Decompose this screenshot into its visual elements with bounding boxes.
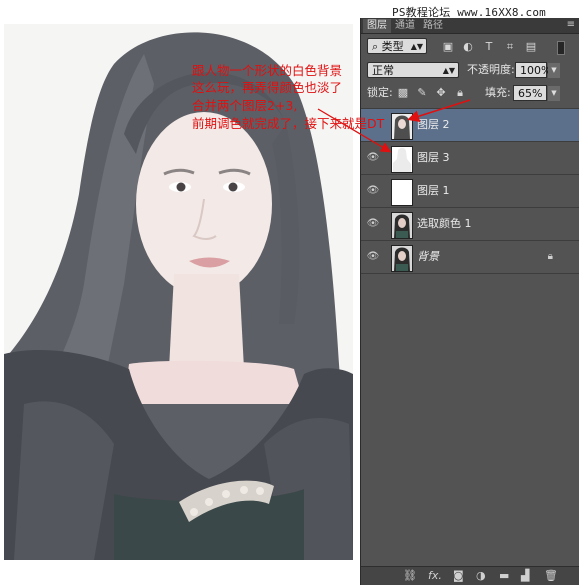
portrait-thumb-icon <box>392 246 412 271</box>
layer-row-background[interactable]: 👁︎ 背景 🔒︎ <box>361 240 579 273</box>
layer-thumbnail <box>391 113 413 140</box>
annotation-line-2: 这么玩，再弄得颜色也淡了 <box>192 80 343 95</box>
portrait-thumb-icon <box>392 213 412 238</box>
shape-filter-icon[interactable]: ⌗ <box>503 40 517 54</box>
tab-paths[interactable]: 路径 <box>419 19 447 33</box>
panel-menu-icon[interactable]: ≡ <box>567 19 575 31</box>
fill-value: 65% <box>518 87 543 100</box>
silhouette-thumb-icon <box>392 147 412 172</box>
blend-mode-dropdown[interactable]: 正常 ▲▼ <box>367 62 459 78</box>
layers-panel: 图层 通道 路径 ≡ ⌕ 类型 ▲▼ ▣ ◐ T ⌗ ▤ 正常 ▲▼ 不透明度:… <box>360 18 579 585</box>
lock-position-icon[interactable]: ✥ <box>435 86 447 100</box>
lock-all-icon[interactable]: 🔒︎ <box>454 86 466 100</box>
panel-tab-bar: 图层 通道 路径 ≡ <box>361 18 579 34</box>
layer-row-layer1[interactable]: 👁︎ 图层 1 <box>361 174 579 207</box>
blend-mode-value: 正常 <box>372 64 394 77</box>
pixel-filter-icon[interactable]: ▣ <box>441 40 455 54</box>
eye-icon[interactable]: 👁︎ <box>365 251 381 263</box>
fill-label: 填充: <box>485 86 511 99</box>
eye-icon[interactable]: 👁︎ <box>365 152 381 164</box>
lock-row: 锁定: ▩ ✎ ✥ 🔒︎ 填充: 65% ▼ <box>361 85 579 105</box>
lock-icon: 🔒︎ <box>547 251 553 262</box>
opacity-value: 100% <box>520 64 552 77</box>
lock-transparent-icon[interactable]: ▩ <box>397 86 409 100</box>
type-filter-icon[interactable]: T <box>482 40 496 54</box>
annotation-line-3: 合并两个图层2+3, <box>192 98 298 113</box>
filter-kind-dropdown[interactable]: ⌕ 类型 ▲▼ <box>367 38 427 54</box>
layers-bottom-toolbar: ⛓ fx. ◙ ◑ ▬ ▟ 🗑︎ <box>361 566 579 585</box>
smart-object-filter-icon[interactable]: ▤ <box>524 40 538 54</box>
delete-layer-icon[interactable]: 🗑︎ <box>544 569 558 583</box>
add-mask-icon[interactable]: ◙ <box>453 569 464 583</box>
adjustment-layer-icon[interactable]: ◑ <box>476 569 486 583</box>
layer-name: 图层 1 <box>417 184 450 197</box>
layer-thumbnail <box>391 245 413 272</box>
link-layers-icon[interactable]: ⛓ <box>403 569 417 583</box>
eye-icon[interactable]: 👁︎ <box>365 185 381 197</box>
new-group-icon[interactable]: ▬ <box>499 569 509 583</box>
blend-row: 正常 ▲▼ 不透明度: 100% ▼ <box>361 62 579 82</box>
layer-name: 图层 3 <box>417 151 450 164</box>
lock-label: 锁定: <box>367 86 393 99</box>
filter-toggle[interactable] <box>557 41 565 55</box>
photo-canvas <box>4 24 353 560</box>
fill-input[interactable]: 65% ▼ <box>513 85 560 101</box>
lock-paint-icon[interactable]: ✎ <box>416 86 428 100</box>
new-layer-icon[interactable]: ▟ <box>521 569 529 583</box>
layer-thumbnail <box>391 146 413 173</box>
layer-row-layer3[interactable]: 👁︎ 图层 3 <box>361 141 579 174</box>
layer-row-layer2[interactable]: 图层 2 <box>361 108 579 141</box>
filter-row: ⌕ 类型 ▲▼ ▣ ◐ T ⌗ ▤ <box>361 38 579 58</box>
layer-row-selective-color[interactable]: 👁︎ 选取颜色 1 <box>361 207 579 240</box>
layer-name: 选取颜色 1 <box>417 217 472 230</box>
chevron-down-icon: ▲▼ <box>410 42 423 51</box>
eye-icon[interactable]: 👁︎ <box>365 218 381 230</box>
tab-layers[interactable]: 图层 <box>363 19 391 33</box>
opacity-input[interactable]: 100% ▼ <box>515 62 560 78</box>
filter-kind-label: 类型 <box>381 40 404 53</box>
adjustment-filter-icon[interactable]: ◐ <box>461 40 475 54</box>
opacity-slider-button[interactable]: ▼ <box>548 63 560 78</box>
annotation-line-1: 跟人物一个形状的白色背景 <box>192 63 343 78</box>
layer-name: 图层 2 <box>417 118 450 131</box>
search-icon: ⌕ <box>372 40 382 53</box>
opacity-label: 不透明度: <box>467 63 515 76</box>
chevron-down-icon: ▲▼ <box>442 66 455 75</box>
layer-name: 背景 <box>417 250 439 263</box>
portrait-thumb-icon <box>392 114 412 139</box>
tab-channels[interactable]: 通道 <box>391 19 419 33</box>
layer-thumbnail-white <box>391 179 413 206</box>
fx-icon[interactable]: fx. <box>428 569 442 583</box>
portrait-image <box>4 24 353 560</box>
annotation-line-4: 前期调色就完成了，接下来就是DT <box>192 116 385 131</box>
fill-slider-button[interactable]: ▼ <box>548 86 560 101</box>
layer-thumbnail <box>391 212 413 239</box>
layers-list-divider <box>361 273 579 274</box>
